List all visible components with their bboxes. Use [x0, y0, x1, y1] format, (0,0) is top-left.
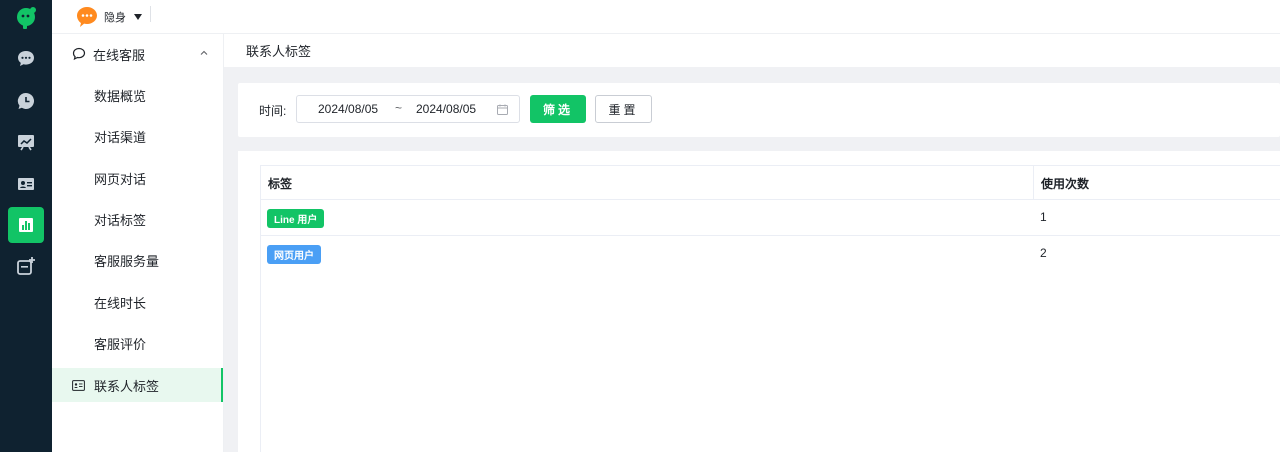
sidebar-item-service-rating[interactable]: 客服评价	[52, 326, 223, 360]
status-label: 隐身	[104, 12, 126, 24]
chat-outline-icon	[72, 47, 86, 61]
sidebar-item-contact-tags[interactable]: 联系人标签	[52, 368, 223, 402]
reset-button[interactable]: 重置	[595, 95, 652, 123]
date-range-picker[interactable]: 2024/08/05 ~ 2024/08/05	[296, 95, 520, 123]
calendar-icon	[497, 104, 508, 115]
chevron-up-icon	[200, 50, 208, 55]
column-divider	[1033, 166, 1034, 200]
tag-badge: 网页用户	[267, 245, 321, 264]
icon-rail	[0, 0, 52, 452]
topbar-divider	[150, 6, 151, 22]
rail-item-apps[interactable]	[8, 248, 44, 284]
sidebar-item-label: 客服评价	[94, 336, 147, 352]
column-header-tag: 标签	[268, 176, 293, 191]
add-app-icon	[17, 257, 35, 275]
page-title: 联系人标签	[246, 44, 312, 59]
filter-panel: 时间: 2024/08/05 ~ 2024/08/05 筛选 重置	[238, 83, 1280, 137]
id-card-icon	[72, 379, 85, 391]
sidebar-item-label: 对话渠道	[94, 129, 147, 145]
table-panel: 标签 使用次数 Line 用户 1 网页用户 2	[238, 151, 1280, 452]
status-selector[interactable]: 隐身	[76, 3, 142, 31]
caret-down-icon	[134, 14, 142, 20]
rail-item-board[interactable]	[8, 124, 44, 160]
chat-bubble-icon	[18, 51, 34, 66]
rail-item-contacts[interactable]	[8, 166, 44, 202]
sidebar-item-channels[interactable]: 对话渠道	[52, 119, 223, 153]
sidebar-item-chat-tags[interactable]: 对话标签	[52, 202, 223, 236]
chart-board-icon	[18, 135, 34, 151]
rail-item-history[interactable]	[8, 83, 44, 119]
contact-card-icon	[18, 178, 34, 190]
sidebar-group-title: 在线客服	[93, 47, 146, 63]
status-bubble-icon	[77, 7, 97, 27]
usage-count: 1	[1040, 210, 1047, 224]
sidebar-item-label: 联系人标签	[94, 378, 160, 394]
sidebar: 在线客服 数据概览 对话渠道 网页对话 对话标签 客服服务量 在线时长 客服评价	[52, 34, 224, 452]
sidebar-item-web-chat[interactable]: 网页对话	[52, 161, 223, 195]
column-header-usage-count: 使用次数	[1041, 176, 1090, 191]
date-separator: ~	[395, 101, 403, 115]
tag-badge: Line 用户	[267, 209, 325, 228]
sidebar-item-service-volume[interactable]: 客服服务量	[52, 243, 223, 277]
table-header: 标签 使用次数	[261, 166, 1280, 200]
table-row: Line 用户 1	[261, 200, 1280, 236]
sidebar-item-label: 在线时长	[94, 295, 147, 311]
sidebar-item-label: 网页对话	[94, 171, 147, 187]
sidebar-item-label: 客服服务量	[94, 253, 160, 269]
sidebar-group-online-service[interactable]: 在线客服	[52, 34, 224, 74]
bar-chart-icon	[19, 218, 33, 232]
sidebar-item-label: 数据概览	[94, 88, 147, 104]
time-label: 时间:	[259, 104, 287, 118]
table-row: 网页用户 2	[261, 236, 1280, 272]
sidebar-item-data-overview[interactable]: 数据概览	[52, 78, 223, 112]
start-date: 2024/08/05	[318, 102, 379, 116]
top-bar: 隐身	[52, 0, 1280, 34]
end-date: 2024/08/05	[416, 102, 477, 116]
contact-tags-table: 标签 使用次数 Line 用户 1 网页用户 2	[260, 165, 1280, 452]
filter-button[interactable]: 筛选	[530, 95, 586, 123]
rail-item-statistics[interactable]	[8, 207, 44, 243]
page-header: 联系人标签	[224, 34, 1280, 67]
sidebar-item-online-duration[interactable]: 在线时长	[52, 285, 223, 319]
usage-count: 2	[1040, 246, 1047, 260]
sidebar-item-label: 对话标签	[94, 212, 147, 228]
app-logo-icon	[17, 7, 36, 29]
app-window: 隐身 在线客服 数据概览 对话渠道 网页对话 对话标签 客服服务量 在线时长 客…	[0, 0, 1280, 452]
clock-chat-icon	[17, 92, 35, 109]
main-content: 联系人标签 时间: 2024/08/05 ~ 2024/08/05 筛选 重置 …	[224, 34, 1280, 452]
rail-item-chat[interactable]	[8, 41, 44, 77]
